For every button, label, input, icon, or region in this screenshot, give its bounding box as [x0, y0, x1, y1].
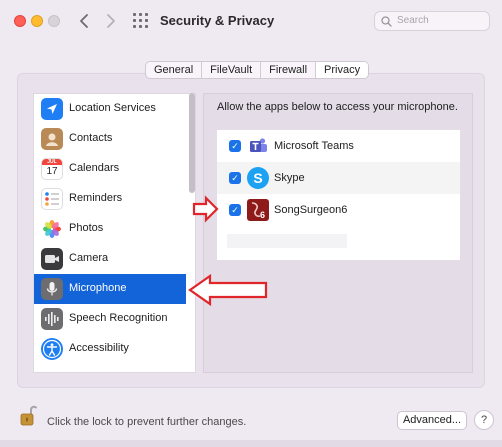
sidebar-item-label: Accessibility: [69, 342, 129, 354]
back-button[interactable]: [72, 8, 96, 34]
microphone-icon: [41, 278, 63, 300]
camera-icon: [41, 248, 63, 270]
annotation-arrow-left-icon: [188, 273, 268, 307]
photos-flower-icon: [41, 218, 63, 240]
app-label: SongSurgeon6: [274, 204, 348, 216]
sidebar-item-camera[interactable]: Camera: [34, 244, 186, 274]
svg-text:S: S: [253, 170, 262, 186]
forward-button[interactable]: [99, 8, 123, 34]
help-button[interactable]: ?: [474, 410, 494, 430]
app-checkbox-skype[interactable]: ✓: [229, 172, 241, 184]
lock-status-text: Click the lock to prevent further change…: [47, 416, 247, 428]
sidebar-item-accessibility[interactable]: Accessibility: [34, 334, 186, 364]
tab-firewall[interactable]: Firewall: [261, 62, 317, 78]
window-title: Security & Privacy: [160, 13, 275, 28]
chevron-right-icon: [107, 14, 115, 28]
lock-icon[interactable]: [18, 404, 40, 428]
chevron-left-icon: [80, 14, 88, 28]
sidebar-item-label: Speech Recognition: [69, 312, 168, 324]
search-placeholder: Search: [397, 15, 429, 26]
sidebar-item-contacts[interactable]: Contacts: [34, 124, 186, 154]
tab-bar: General FileVault Firewall Privacy: [145, 61, 370, 79]
sidebar-item-label: Contacts: [69, 132, 113, 144]
tab-general[interactable]: General: [146, 62, 203, 78]
waveform-icon: [41, 308, 63, 330]
sidebar-item-speech-recognition[interactable]: Speech Recognition: [34, 304, 186, 334]
app-checkbox-microsoft-teams[interactable]: ✓: [229, 140, 241, 152]
microphone-app-list[interactable]: ✓ Microsoft Teams ✓ S Skype ✓ 6 SongSurg…: [217, 130, 460, 260]
advanced-button[interactable]: Advanced...: [397, 411, 467, 430]
app-row-songsurgeon6[interactable]: ✓ 6 SongSurgeon6: [217, 194, 460, 226]
sidebar-item-label: Calendars: [69, 162, 120, 174]
app-row-microsoft-teams[interactable]: ✓ Microsoft Teams: [217, 130, 460, 162]
search-field[interactable]: Search: [374, 11, 490, 31]
tab-filevault[interactable]: FileVault: [202, 62, 262, 78]
microsoft-teams-icon: [247, 135, 269, 157]
microphone-description: Allow the apps below to access your micr…: [217, 101, 458, 113]
calendar-day: 17: [46, 166, 58, 177]
location-arrow-icon: [41, 98, 63, 120]
redacted-app-row: [227, 234, 347, 248]
sidebar-item-label: Camera: [69, 252, 109, 264]
sidebar-item-label: Reminders: [69, 192, 123, 204]
songsurgeon-icon: 6: [247, 199, 269, 221]
title-bar: Security & Privacy Search: [0, 0, 502, 44]
sidebar-item-calendars[interactable]: JUL 17 Calendars: [34, 154, 186, 184]
sidebar-item-photos[interactable]: Photos: [34, 214, 186, 244]
reminders-list-icon: [41, 188, 63, 210]
app-checkbox-songsurgeon6[interactable]: ✓: [229, 204, 241, 216]
accessibility-figure-icon: [41, 338, 63, 360]
search-icon: [381, 16, 392, 27]
bottom-strip: [0, 440, 502, 447]
show-all-grid-icon[interactable]: [133, 13, 149, 29]
minimize-window-button[interactable]: [31, 15, 43, 27]
app-label: Skype: [274, 172, 305, 184]
app-label: Microsoft Teams: [274, 140, 354, 152]
sidebar-item-label: Location Services: [69, 102, 156, 114]
app-row-skype[interactable]: ✓ S Skype: [217, 162, 460, 194]
sidebar-item-label: Microphone: [69, 282, 127, 294]
annotation-arrow-right-icon: [192, 195, 219, 223]
sidebar-item-reminders[interactable]: Reminders: [34, 184, 186, 214]
contacts-book-icon: [41, 128, 63, 150]
tab-privacy[interactable]: Privacy: [316, 62, 369, 78]
calendar-icon: JUL 17: [41, 158, 63, 180]
skype-icon: S: [247, 167, 269, 189]
sidebar-scrollbar[interactable]: [189, 93, 195, 193]
sidebar-item-label: Photos: [69, 222, 104, 234]
sidebar-item-location-services[interactable]: Location Services: [34, 94, 186, 124]
sidebar-item-microphone[interactable]: Microphone: [34, 274, 186, 304]
close-window-button[interactable]: [14, 15, 26, 27]
svg-text:6: 6: [260, 210, 265, 220]
zoom-window-button[interactable]: [48, 15, 60, 27]
privacy-category-list[interactable]: Location Services Contacts JUL 17 Calend…: [33, 93, 196, 373]
